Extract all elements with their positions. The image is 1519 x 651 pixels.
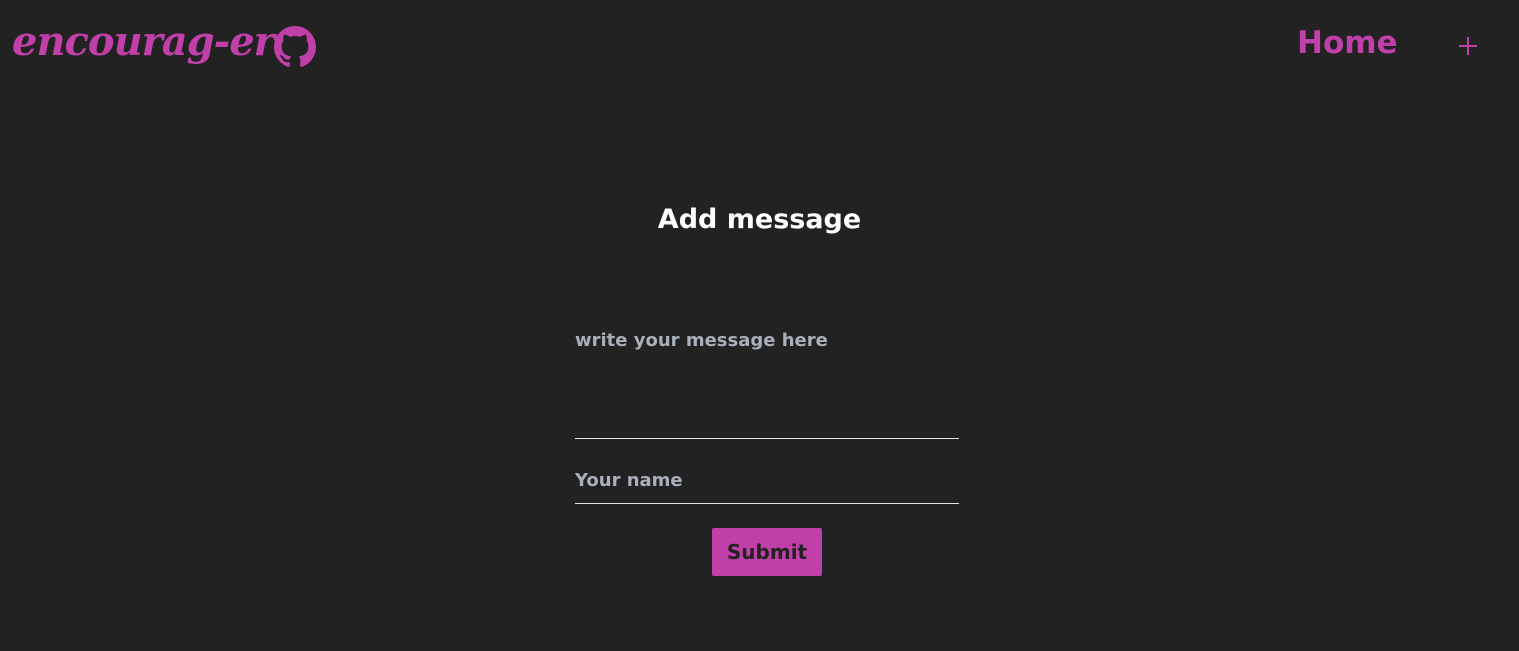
- github-link[interactable]: [274, 26, 316, 68]
- message-textarea[interactable]: [575, 326, 959, 439]
- brand-logo[interactable]: encourag-er: [12, 14, 275, 78]
- plus-icon: [1459, 37, 1477, 55]
- page-title: Add message: [657, 204, 862, 235]
- app-root: encourag-er Home Add message Submit: [0, 0, 1519, 651]
- nav-home-link[interactable]: Home: [1297, 22, 1398, 64]
- add-message-link[interactable]: [1456, 34, 1480, 58]
- github-icon: [274, 26, 316, 67]
- name-input[interactable]: [575, 462, 959, 504]
- navbar: encourag-er Home: [0, 0, 1519, 92]
- submit-button[interactable]: Submit: [712, 528, 822, 576]
